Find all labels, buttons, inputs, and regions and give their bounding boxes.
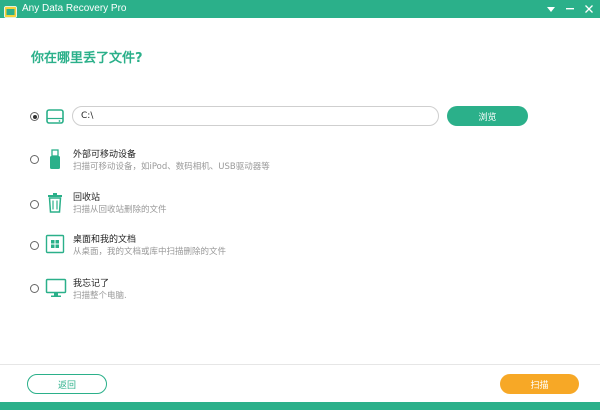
option-forgot: 我忘记了 扫描整个电脑. [0, 277, 600, 317]
radio-forgot[interactable] [30, 284, 39, 293]
browse-button[interactable]: 浏览 [447, 106, 528, 126]
radio-removable-device[interactable] [30, 155, 39, 164]
back-button[interactable]: 返回 [27, 374, 107, 394]
option-title: 外部可移动设备 [73, 150, 137, 160]
option-recycle-bin: 回收站 扫描从回收站删除的文件 [0, 190, 600, 230]
footer-divider [0, 364, 600, 365]
title-bar: Any Data Recovery Pro [0, 0, 600, 18]
chevron-down-icon [547, 6, 555, 12]
minimize-button[interactable] [560, 0, 580, 18]
option-desktop-documents: 桌面和我的文档 从桌面，我的文档或库中扫描删除的文件 [0, 233, 600, 273]
option-description: 扫描可移动设备，如iPod、数码相机、USB驱动器等 [73, 162, 270, 172]
option-title: 桌面和我的文档 [73, 235, 137, 245]
radio-recycle-bin[interactable] [30, 200, 39, 209]
radio-local-drive[interactable] [30, 112, 39, 121]
option-description: 从桌面，我的文档或库中扫描删除的文件 [73, 247, 227, 257]
close-button[interactable] [579, 0, 599, 18]
app-logo-icon [4, 3, 17, 18]
scan-button[interactable]: 扫描 [500, 374, 579, 394]
minimize-icon [566, 8, 574, 10]
page-question: 你在哪里丢了文件? [31, 51, 143, 66]
option-description: 扫描整个电脑. [73, 291, 127, 301]
monitor-icon [45, 278, 67, 302]
dropdown-menu-button[interactable] [541, 0, 561, 18]
window-title: Any Data Recovery Pro [22, 3, 127, 14]
path-input[interactable] [72, 106, 439, 126]
usb-drive-icon [45, 148, 65, 176]
bottom-accent-bar [0, 402, 600, 410]
option-description: 扫描从回收站删除的文件 [73, 205, 167, 215]
windows-desktop-icon [45, 234, 65, 258]
option-title: 回收站 [73, 193, 101, 203]
close-icon [585, 5, 593, 13]
radio-desktop-documents[interactable] [30, 241, 39, 250]
option-removable-device: 外部可移动设备 扫描可移动设备，如iPod、数码相机、USB驱动器等 [0, 145, 600, 185]
recycle-bin-icon [45, 192, 65, 218]
option-title: 我忘记了 [73, 279, 110, 289]
hard-drive-icon [45, 106, 65, 130]
